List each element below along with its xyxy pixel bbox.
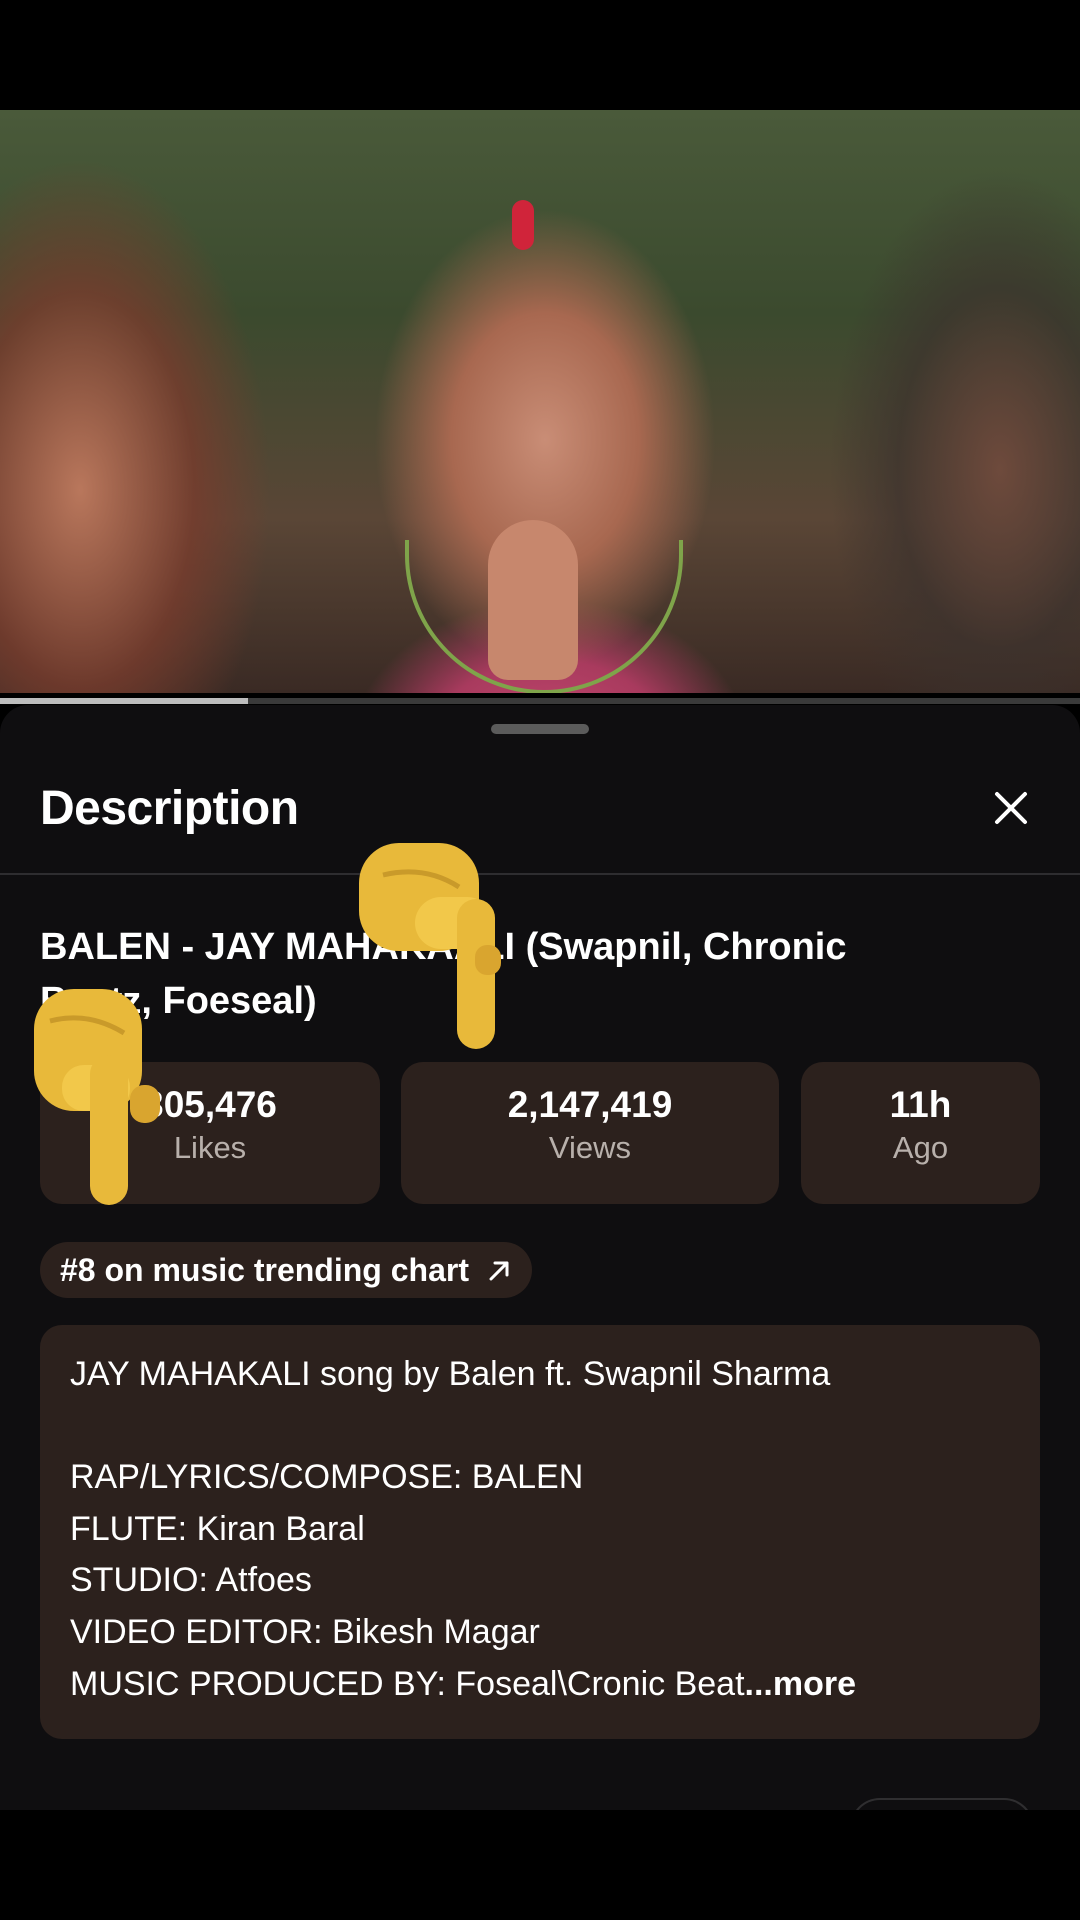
description-line: JAY MAHAKALI song by Balen ft. Swapnil S… (70, 1355, 831, 1393)
description-box[interactable]: JAY MAHAKALI song by Balen ft. Swapnil S… (40, 1325, 1040, 1739)
upload-time-value: 11h (889, 1084, 952, 1125)
video-frame-detail (512, 200, 534, 250)
upload-time-label: Ago (892, 1130, 949, 1165)
upload-time-stat: 11h Ago (801, 1062, 1040, 1204)
views-label: Views (548, 1130, 632, 1165)
video-frame-detail (488, 520, 578, 680)
trending-label: #8 on music trending chart (60, 1252, 469, 1288)
views-stat: 2,147,419 Views (401, 1062, 779, 1204)
drag-handle[interactable] (491, 724, 589, 734)
description-line: STUDIO: Atfoes (70, 1561, 312, 1599)
divider (0, 873, 1080, 875)
description-line: MUSIC PRODUCED BY: Foseal\Cronic Beat...… (70, 1665, 856, 1704)
description-line-text: MUSIC PRODUCED BY: Foseal\Cronic Beat (70, 1665, 745, 1703)
trending-chip[interactable]: #8 on music trending chart (40, 1242, 532, 1298)
video-title: BALEN - JAY MAHAKAALI (Swapnil, Chronic … (40, 920, 1040, 1028)
description-line: RAP/LYRICS/COMPOSE: BALEN (70, 1458, 584, 1496)
arrow-up-right-icon (489, 1261, 509, 1281)
navigation-bar-area (0, 1810, 1080, 1920)
views-count: 2,147,419 (507, 1084, 673, 1125)
description-line: VIDEO EDITOR: Bikesh Magar (70, 1613, 540, 1651)
video-player[interactable] (0, 110, 1080, 693)
more-button[interactable]: more (773, 1665, 856, 1703)
description-line: FLUTE: Kiran Baral (70, 1510, 365, 1548)
pointing-down-hand-icon (34, 989, 160, 1205)
video-progress-fill (0, 698, 249, 704)
sheet-title: Description (40, 782, 299, 835)
description-sheet: Description BALEN - JAY MAHAKAALI (Swapn… (0, 705, 1080, 1810)
close-icon[interactable] (985, 782, 1037, 834)
ellipsis: ... (744, 1665, 773, 1703)
status-bar-area (0, 0, 1080, 110)
video-progress-bar[interactable] (0, 698, 1080, 704)
pointing-down-hand-icon (359, 843, 501, 1049)
